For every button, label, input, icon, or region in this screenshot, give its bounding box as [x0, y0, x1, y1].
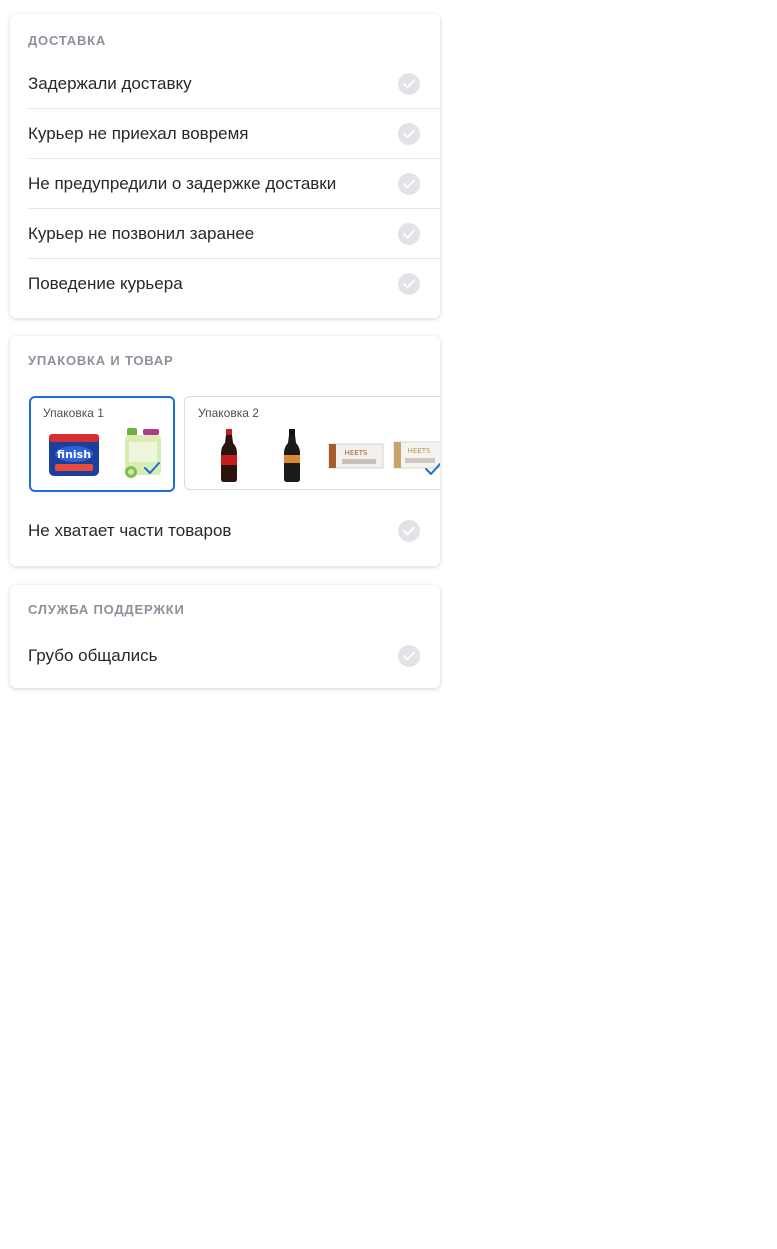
- package-label: Упаковка 1: [43, 406, 104, 420]
- selected-check-icon: [425, 463, 440, 475]
- heets-bronze-pack-icon: HEETS: [328, 443, 384, 469]
- reason-courier-no-call[interactable]: Курьер не позвонил заранее: [10, 209, 440, 259]
- checkmark-icon[interactable]: [398, 273, 420, 295]
- checkmark-icon[interactable]: [398, 173, 420, 195]
- package-card-2[interactable]: Упаковка 2 HEETS HEETS: [184, 396, 440, 490]
- reason-delayed-delivery[interactable]: Задержали доставку: [10, 59, 440, 109]
- reason-label: Курьер не приехал вовремя: [28, 124, 249, 143]
- svg-text:HEETS: HEETS: [345, 449, 368, 457]
- reason-courier-behavior[interactable]: Поведение курьера: [10, 259, 440, 309]
- checkmark-icon[interactable]: [398, 520, 420, 542]
- selected-check-icon: [144, 462, 160, 474]
- delivery-section: Доставка Задержали доставку Курьер не пр…: [10, 14, 440, 318]
- support-section: Служба поддержки Грубо общались: [10, 585, 440, 688]
- package-label: Упаковка 2: [198, 406, 259, 420]
- reason-label: Не предупредили о задержке доставки: [28, 174, 337, 193]
- reason-no-delay-warning[interactable]: Не предупредили о задержке доставки: [10, 159, 440, 209]
- section-title-support: Служба поддержки: [28, 602, 185, 617]
- reason-courier-late[interactable]: Курьер не приехал вовремя: [10, 109, 440, 159]
- dark-bottle-product-icon: [284, 429, 300, 482]
- reason-label: Курьер не позвонил заранее: [28, 224, 255, 243]
- svg-text:HEETS: HEETS: [408, 447, 431, 455]
- reason-rude-support[interactable]: Грубо общались: [10, 631, 440, 681]
- package-carousel[interactable]: Упаковка 1 finish Упаковка 2 HEETS HEETS: [28, 396, 440, 492]
- section-title-delivery: Доставка: [28, 33, 107, 48]
- reason-label: Задержали доставку: [28, 74, 192, 93]
- section-title-package: Упаковка и товар: [28, 353, 174, 368]
- reason-label: Поведение курьера: [28, 274, 183, 293]
- finish-tablets-product-icon: finish: [49, 434, 99, 476]
- checkmark-icon[interactable]: [398, 223, 420, 245]
- checkmark-icon[interactable]: [398, 73, 420, 95]
- checkmark-icon[interactable]: [398, 123, 420, 145]
- package-card-1[interactable]: Упаковка 1 finish: [29, 396, 175, 492]
- reason-missing-items[interactable]: Не хватает части товаров: [10, 506, 440, 556]
- svg-text:finish: finish: [57, 448, 91, 461]
- reason-label: Не хватает части товаров: [28, 521, 232, 540]
- checkmark-icon[interactable]: [398, 645, 420, 667]
- cola-bottle-product-icon: [221, 429, 237, 482]
- package-section: Упаковка и товар Упаковка 1 finish: [10, 336, 440, 566]
- reason-label: Грубо общались: [28, 646, 158, 665]
- complaint-reasons-page: Доставка Задержали доставку Курьер не пр…: [0, 0, 777, 1249]
